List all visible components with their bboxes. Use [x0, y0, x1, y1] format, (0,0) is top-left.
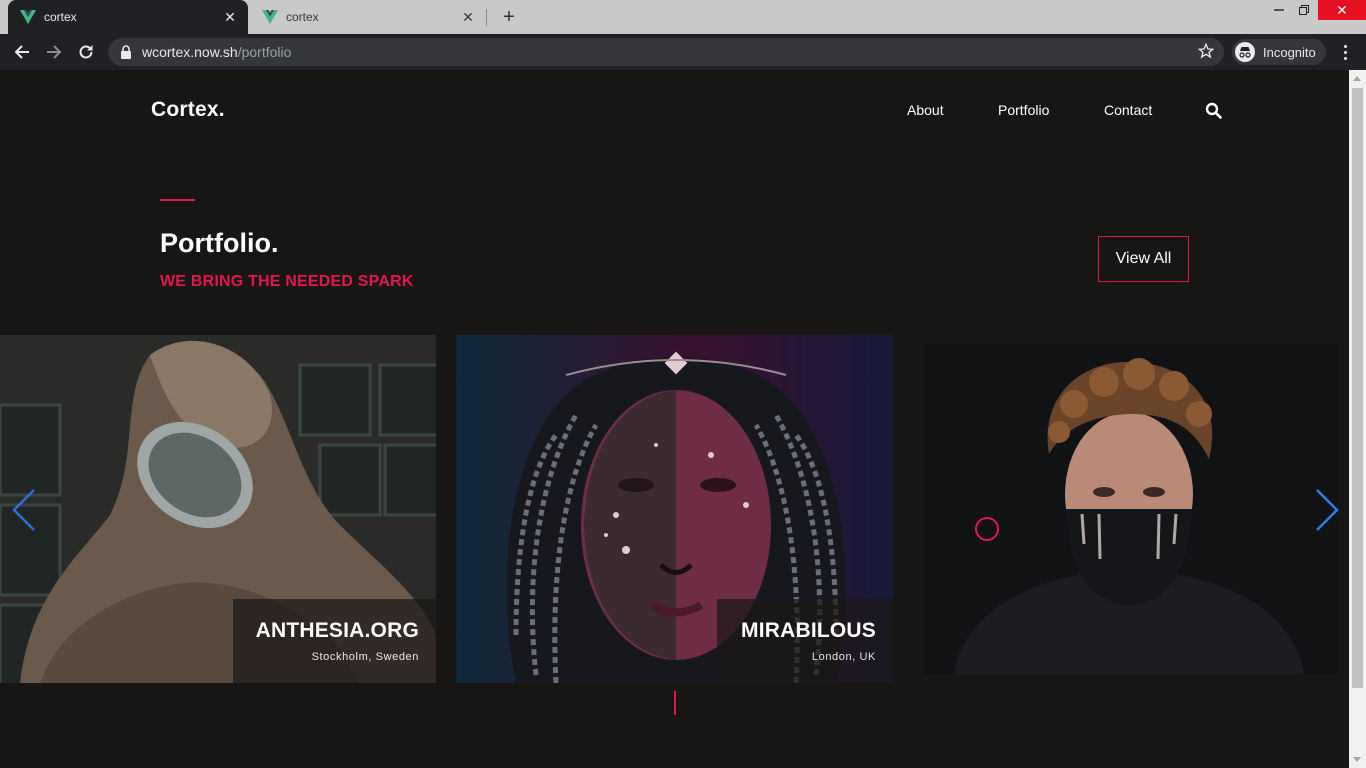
back-arrow-icon[interactable]: [10, 40, 34, 64]
portfolio-location: London, UK: [811, 651, 876, 663]
web-page: Cortex. About Portfolio Contact Portfoli…: [0, 70, 1349, 768]
portfolio-card[interactable]: [924, 344, 1338, 674]
slider-indicator: [674, 691, 676, 715]
portfolio-image-man-face-paint: [924, 344, 1338, 674]
cursor-ring: [975, 517, 999, 541]
url-text: wcortex.now.sh/portfolio: [142, 44, 292, 60]
browser-menu-icon[interactable]: [1336, 40, 1354, 64]
scroll-up-icon[interactable]: [1353, 76, 1361, 81]
star-icon[interactable]: [1198, 43, 1214, 59]
incognito-badge[interactable]: Incognito: [1232, 39, 1326, 65]
profile-label: Incognito: [1263, 44, 1316, 60]
incognito-icon: [1235, 42, 1255, 62]
chevron-right-icon[interactable]: [1313, 487, 1343, 533]
nav-contact[interactable]: Contact: [1104, 102, 1152, 118]
portfolio-location: Stockholm, Sweden: [311, 651, 419, 663]
tab-close-icon[interactable]: ✕: [222, 9, 238, 25]
portfolio-card[interactable]: MIRABILOUS London, UK: [456, 335, 893, 683]
tab-title: cortex: [286, 10, 319, 24]
nav-about[interactable]: About: [907, 102, 944, 118]
search-icon[interactable]: [1205, 102, 1222, 119]
tab-strip: cortex ✕ cortex ✕ + ✕: [0, 0, 1366, 34]
browser-tab-active[interactable]: cortex ✕: [8, 0, 248, 34]
vue-favicon-icon: [20, 10, 36, 24]
chevron-left-icon[interactable]: [10, 487, 40, 533]
section-title: Portfolio.: [160, 228, 279, 258]
scroll-thumb[interactable]: [1352, 88, 1363, 688]
section-subtitle: WE BRING THE NEEDED SPARK: [160, 273, 414, 290]
close-window-button[interactable]: ✕: [1318, 0, 1366, 20]
minimize-button[interactable]: [1266, 0, 1292, 20]
page-scrollbar[interactable]: [1349, 70, 1366, 768]
vue-favicon-icon: [262, 10, 278, 24]
scroll-down-icon[interactable]: [1353, 757, 1361, 762]
site-logo[interactable]: Cortex.: [151, 98, 225, 122]
nav-portfolio[interactable]: Portfolio: [998, 102, 1049, 118]
reload-icon[interactable]: [74, 40, 98, 64]
tab-close-icon[interactable]: ✕: [460, 9, 476, 25]
section-accent-line: [160, 199, 195, 201]
portfolio-name: ANTHESIA.ORG: [255, 619, 419, 642]
tab-title: cortex: [44, 10, 77, 24]
browser-toolbar: wcortex.now.sh/portfolio Incognito: [0, 34, 1366, 70]
portfolio-caption: ANTHESIA.ORG Stockholm, Sweden: [233, 599, 436, 683]
portfolio-card[interactable]: ANTHESIA.ORG Stockholm, Sweden: [0, 335, 436, 683]
portfolio-name: MIRABILOUS: [741, 619, 876, 642]
forward-arrow-icon[interactable]: [42, 40, 66, 64]
restore-button[interactable]: [1291, 0, 1317, 20]
new-tab-button[interactable]: +: [498, 6, 520, 28]
portfolio-caption: MIRABILOUS London, UK: [717, 599, 893, 683]
browser-tab[interactable]: cortex ✕: [250, 0, 486, 34]
view-all-button[interactable]: View All: [1098, 236, 1189, 282]
address-bar[interactable]: wcortex.now.sh/portfolio: [108, 38, 1224, 66]
lock-icon: [121, 45, 131, 59]
tab-separator: [486, 9, 487, 26]
